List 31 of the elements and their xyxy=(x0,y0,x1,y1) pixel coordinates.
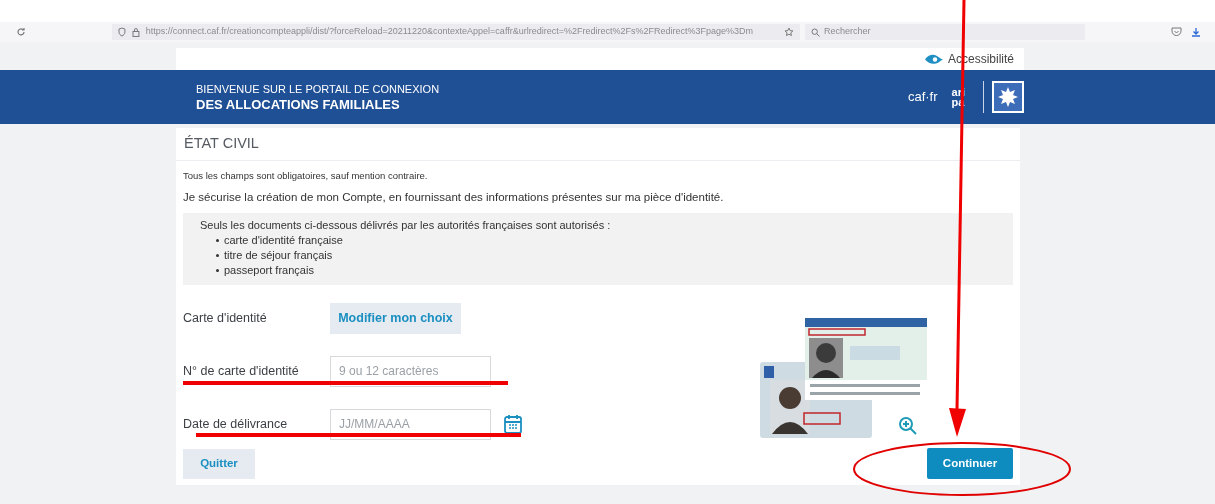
star-icon[interactable] xyxy=(784,27,794,37)
continue-button[interactable]: Continuer xyxy=(927,448,1013,479)
caf-logo[interactable]: caf·fr xyxy=(907,87,938,107)
url-text: https://connect.caf.fr/creationcompteappli/dist/?forceReload=20211220&contexteAppel=caffr&urlredirect=%2Fredirect%2Fs%2FRedirect%3Fpage%3Dm xyxy=(145,25,755,39)
shield-icon[interactable] xyxy=(118,27,126,37)
search-field[interactable]: Rechercher xyxy=(805,24,1085,40)
field-label: N° de carte d'identité xyxy=(183,363,300,381)
reload-icon[interactable] xyxy=(16,27,26,37)
government-logo-icon[interactable] xyxy=(992,81,1024,113)
address-bar[interactable]: https://connect.caf.fr/creationcompteappli/dist/?forceReload=20211220&contexteAppel=caffr&urlredirect=%2Fredirect%2Fs%2FRedirect%3Fpage%3Dm xyxy=(112,24,800,40)
info-text: Seuls les documents ci-dessous délivrés par les autorités françaises sont autorisés : xyxy=(200,217,612,233)
section-title: ÉTAT CIVIL xyxy=(184,134,259,154)
document-item: carte d'identité française xyxy=(216,232,996,248)
change-choice-button[interactable]: Modifier mon choix xyxy=(330,302,461,334)
quit-button[interactable]: Quitter xyxy=(183,449,255,479)
search-icon xyxy=(811,27,820,37)
intro-text: Je sécurise la création de mon Compte, en fournissant des informations présentes sur ma pièce d'identité. xyxy=(183,190,725,206)
pocket-icon[interactable] xyxy=(1171,27,1182,37)
calendar-icon[interactable] xyxy=(503,413,523,435)
search-placeholder: Rechercher xyxy=(824,25,871,39)
zoom-in-icon[interactable] xyxy=(898,415,918,436)
field-label: Date de délivrance xyxy=(183,416,289,434)
required-note: Tous les champs sont obligatoires, sauf mention contraire. xyxy=(183,169,429,183)
document-item: passeport français xyxy=(216,262,996,278)
field-label: Carte d'identité xyxy=(183,310,268,328)
download-icon[interactable] xyxy=(1191,27,1201,37)
eye-icon[interactable] xyxy=(923,53,944,65)
header-subtitle: BIENVENUE SUR LE PORTAIL DE CONNEXION xyxy=(196,82,440,97)
header-title: DES ALLOCATIONS FAMILIALES xyxy=(196,97,401,112)
document-item: titre de séjour français xyxy=(216,247,996,263)
lock-icon[interactable] xyxy=(131,27,140,37)
